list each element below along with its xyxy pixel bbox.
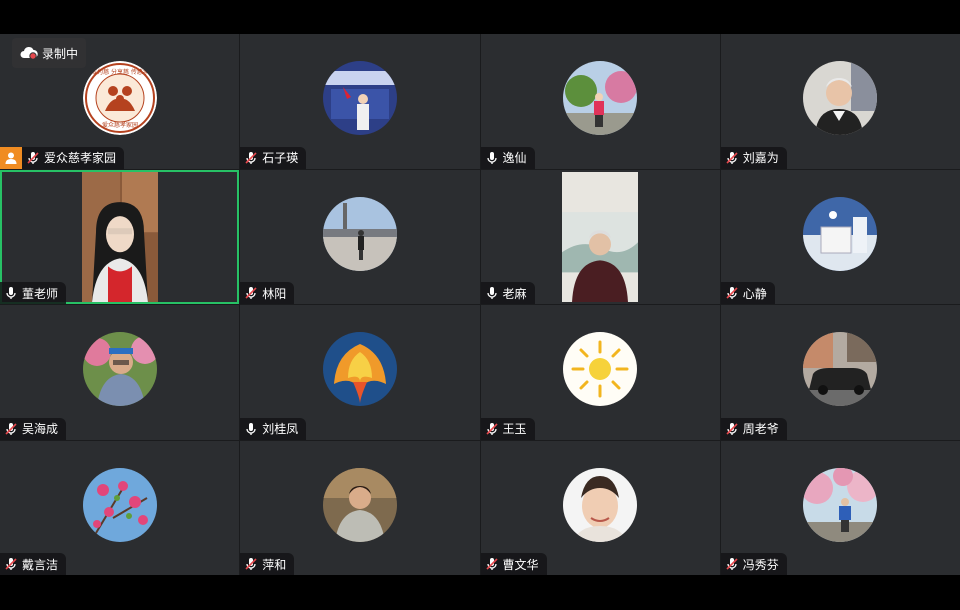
avatar: [82, 467, 157, 542]
participant-name: 王玉: [502, 422, 527, 436]
participant-name: 刘嘉为: [742, 151, 779, 165]
name-tag: 吴海成: [0, 417, 67, 440]
participant-name: 戴言洁: [22, 557, 59, 572]
participant-tile[interactable]: 石子瑛: [240, 34, 480, 169]
participant-name: 曹文华: [502, 557, 539, 572]
avatar: [803, 467, 878, 542]
avatar: [803, 332, 878, 407]
mic-on-icon: [485, 151, 499, 165]
avatar: [322, 61, 397, 136]
mic-muted-icon: [485, 557, 499, 571]
name-tag: 石子瑛: [240, 146, 307, 169]
participant-name: 董老师: [22, 286, 59, 301]
mic-muted-icon: [244, 151, 258, 165]
participant-name: 萍和: [262, 557, 287, 572]
participant-name: 爱众慈孝家园: [44, 151, 117, 165]
mic-on-icon: [4, 286, 18, 300]
participant-name: 周老爷: [742, 422, 779, 436]
participant-name: 吴海成: [22, 422, 59, 436]
top-bar: [0, 0, 960, 34]
name-tag: 刘桂凤: [240, 417, 307, 440]
participant-name: 冯秀芬: [742, 557, 779, 572]
name-tag: 逸仙: [480, 146, 535, 169]
participant-tile[interactable]: 逸仙: [480, 34, 720, 169]
mic-muted-icon: [244, 557, 258, 571]
mic-on-icon: [485, 286, 499, 300]
mic-muted-icon: [725, 557, 739, 571]
name-tag: 戴言洁: [0, 553, 67, 575]
participant-tile[interactable]: 老麻: [480, 169, 720, 304]
mic-muted-icon: [485, 422, 499, 436]
participant-name: 林阳: [262, 286, 287, 301]
participant-name: 刘桂凤: [262, 422, 299, 436]
recording-indicator[interactable]: 录制中: [12, 38, 87, 68]
participant-tile[interactable]: 戴言洁: [0, 440, 240, 575]
avatar: [322, 467, 397, 542]
participant-tile[interactable]: 刘嘉为: [720, 34, 960, 169]
participant-tile[interactable]: 刘桂凤: [240, 305, 480, 440]
participant-tile-active[interactable]: 董老师: [0, 169, 240, 304]
avatar: [563, 467, 638, 542]
mic-muted-icon: [725, 422, 739, 436]
participant-tile[interactable]: 周老爷: [720, 305, 960, 440]
avatar: 成为慈 分享慈 传慈孝 爱众慈孝家园: [82, 61, 157, 136]
mic-muted-icon: [26, 151, 40, 165]
host-icon: [0, 146, 22, 169]
name-tag: 周老爷: [720, 417, 787, 440]
participant-name: 老麻: [502, 286, 527, 301]
name-tag: 萍和: [240, 553, 295, 575]
participant-grid: 成为慈 分享慈 传慈孝 爱众慈孝家园 爱众慈孝家园 石子瑛 逸仙 刘嘉为 董老师…: [0, 34, 960, 575]
mic-on-icon: [244, 422, 258, 436]
name-tag: 董老师: [0, 282, 67, 304]
name-tag: 心静: [720, 282, 775, 304]
name-tag: 林阳: [240, 282, 295, 304]
participant-tile[interactable]: 王玉: [480, 305, 720, 440]
mic-muted-icon: [4, 557, 18, 571]
participant-tile[interactable]: 林阳: [240, 169, 480, 304]
participant-tile[interactable]: 萍和: [240, 440, 480, 575]
participant-name: 心静: [742, 286, 767, 301]
name-tag: 冯秀芬: [720, 553, 787, 575]
avatar: [803, 196, 878, 271]
participant-name: 逸仙: [502, 151, 527, 165]
svg-text:成为慈 分享慈 传慈孝: 成为慈 分享慈 传慈孝: [91, 68, 149, 76]
svg-text:爱众慈孝家园: 爱众慈孝家园: [102, 121, 138, 129]
participant-tile[interactable]: 冯秀芬: [720, 440, 960, 575]
avatar: [322, 332, 397, 407]
name-tag: 曹文华: [480, 553, 547, 575]
name-tag: 老麻: [480, 282, 535, 304]
mic-muted-icon: [4, 422, 18, 436]
participant-tile[interactable]: 吴海成: [0, 305, 240, 440]
avatar: [563, 61, 638, 136]
recording-label: 录制中: [42, 46, 79, 61]
participant-tile[interactable]: 心静: [720, 169, 960, 304]
mic-muted-icon: [725, 286, 739, 300]
avatar: [563, 332, 638, 407]
avatar: [322, 196, 397, 271]
name-tag: 刘嘉为: [720, 146, 787, 169]
avatar: [803, 61, 878, 136]
participant-name: 石子瑛: [262, 151, 299, 165]
cloud-record-icon: [20, 46, 38, 60]
avatar: [82, 332, 157, 407]
video-feed: [562, 171, 639, 302]
video-feed: [81, 171, 158, 302]
participant-tile[interactable]: 曹文华: [480, 440, 720, 575]
bottom-bar: [0, 575, 960, 610]
mic-muted-icon: [725, 151, 739, 165]
mic-muted-icon: [244, 286, 258, 300]
name-tag: 爱众慈孝家园: [0, 146, 125, 169]
name-tag: 王玉: [480, 417, 535, 440]
